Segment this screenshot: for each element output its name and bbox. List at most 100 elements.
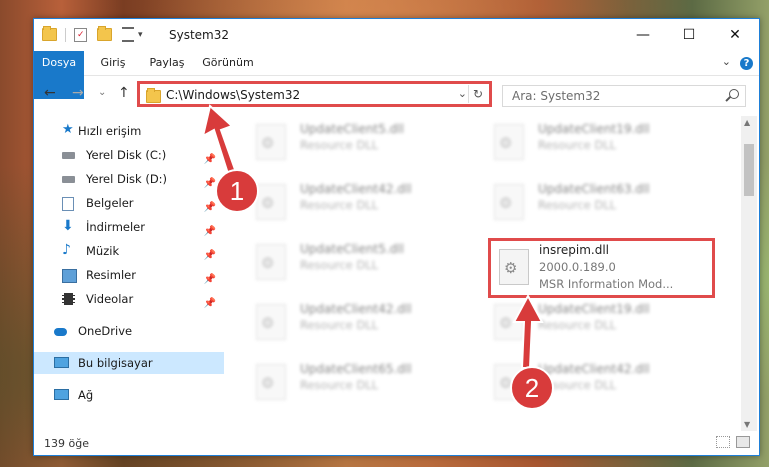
documents-icon [62,197,74,211]
details-view-icon[interactable] [716,436,730,448]
scroll-up-icon[interactable]: ▲ [744,118,750,127]
recent-locations-button[interactable]: ⌄ [98,87,106,98]
window-title: System32 [169,28,230,42]
file-type: Resource DLL [300,318,379,332]
search-placeholder: Ara: System32 [512,89,601,103]
sidebar-item-label: Müzik [86,244,120,258]
up-button[interactable]: ↑ [118,85,130,101]
sidebar-item-label: Bu bilgisayar [78,356,153,370]
forward-button[interactable]: → [72,85,84,101]
help-icon[interactable]: ? [740,57,753,70]
folder-icon[interactable] [42,26,57,41]
search-input[interactable]: Ara: System32 [502,85,746,107]
file-item[interactable]: UpdateClient65.dll Resource DLL [234,360,459,408]
dll-file-icon [256,364,286,400]
file-name: insrepim.dll [539,243,609,257]
file-name: UpdateClient19.dll [538,302,650,316]
sidebar-item-pictures[interactable]: Resimler 📌 [34,264,224,286]
sidebar-item-this-pc[interactable]: Bu bilgisayar [34,352,224,374]
download-icon: ⬇ [62,218,74,234]
view-options-icon[interactable] [122,27,134,42]
collapse-ribbon-icon[interactable]: ⌄ [722,55,731,68]
close-button[interactable]: ✕ [712,19,758,51]
sidebar-item-label: Ağ [78,388,94,402]
new-folder-icon[interactable] [97,26,112,41]
file-type: Resource DLL [300,378,379,392]
file-item[interactable]: UpdateClient5.dll Resource DLL [234,240,459,288]
file-item-insrepim[interactable]: insrepim.dll 2000.0.189.0 MSR Informatio… [488,238,715,298]
file-item[interactable]: UpdateClient42.dll Resource DLL [234,180,459,228]
file-item[interactable]: UpdateClient42.dll Resource DLL [234,300,459,348]
pin-icon[interactable]: 📌 [204,293,216,315]
scroll-thumb[interactable] [744,144,754,196]
sidebar-item-drive-d[interactable]: Yerel Disk (D:) 📌 [34,168,224,190]
file-name: UpdateClient5.dll [300,122,404,136]
sidebar-item-videos[interactable]: Videolar 📌 [34,288,224,310]
sidebar-item-documents[interactable]: Belgeler 📌 [34,192,224,214]
navigation-pane: ★ Hızlı erişim Yerel Disk (C:) 📌 Yerel D… [34,116,226,431]
dll-file-icon [256,124,286,160]
refresh-button[interactable]: ↻ [468,85,487,103]
file-name: UpdateClient5.dll [300,242,404,256]
cloud-icon [54,328,67,336]
tab-home[interactable]: Giriş [92,51,134,75]
address-path[interactable]: C:\Windows\System32 [166,88,300,102]
drive-icon [62,152,75,159]
file-item[interactable]: UpdateClient19.dll Resource DLL [472,300,697,348]
address-bar[interactable]: C:\Windows\System32 ⌄ ↻ [137,81,492,107]
music-icon: ♪ [62,242,71,258]
ribbon: Dosya Giriş Paylaş Görünüm ⌄ ? [34,51,759,99]
file-item[interactable]: UpdateClient63.dll Resource DLL [472,180,697,228]
minimize-button[interactable]: — [620,19,666,51]
sidebar-item-onedrive[interactable]: OneDrive [34,320,224,342]
sidebar-item-label: OneDrive [78,324,133,338]
dll-file-icon [494,184,524,220]
videos-icon [62,293,75,305]
sidebar-item-label: Resimler [86,268,136,282]
file-type: Resource DLL [538,198,617,212]
file-name: UpdateClient42.dll [538,362,650,376]
sidebar-item-label: İndirmeler [86,220,145,234]
sidebar-item-network[interactable]: Ağ [34,384,224,406]
scroll-down-icon[interactable]: ▼ [744,420,750,429]
file-type: Resource DLL [300,258,379,272]
tab-share[interactable]: Paylaş [142,51,192,75]
search-icon[interactable] [729,89,739,99]
sidebar-item-quick-access[interactable]: ★ Hızlı erişim [34,120,224,142]
file-name: UpdateClient42.dll [300,302,412,316]
sidebar-item-label: Belgeler [86,196,134,210]
sidebar-item-music[interactable]: ♪ Müzik 📌 [34,240,224,262]
computer-icon [54,357,69,368]
large-icons-view-icon[interactable] [736,436,750,448]
file-name: UpdateClient65.dll [300,362,412,376]
title-bar: ✓ ▾ System32 — ☐ ✕ [34,19,759,51]
item-count: 139 öğe [44,437,89,450]
star-icon: ★ [62,122,74,137]
dll-file-icon [256,304,286,340]
address-dropdown-icon[interactable]: ⌄ [458,87,467,100]
sidebar-item-downloads[interactable]: ⬇ İndirmeler 📌 [34,216,224,238]
tab-view[interactable]: Görünüm [198,51,258,75]
sidebar-item-label: Videolar [86,292,134,306]
customize-toolbar-icon[interactable]: ▾ [138,30,143,40]
file-explorer-window: ✓ ▾ System32 — ☐ ✕ Dosya Giriş Paylaş Gö… [33,18,760,456]
sidebar-item-drive-c[interactable]: Yerel Disk (C:) 📌 [34,144,224,166]
status-bar: 139 öğe [34,431,759,455]
properties-icon[interactable]: ✓ [74,27,87,42]
file-item[interactable]: UpdateClient42.dll Resource DLL [472,360,697,408]
back-button[interactable]: ← [44,85,56,101]
file-item[interactable]: UpdateClient5.dll Resource DLL [234,120,459,168]
network-icon [54,389,69,400]
file-description: MSR Information Mod... [539,277,674,291]
file-version: 2000.0.189.0 [539,260,616,274]
toolbar-divider [65,27,66,42]
dll-file-icon [499,249,529,285]
folder-icon [146,88,161,103]
maximize-button[interactable]: ☐ [666,19,712,51]
file-item[interactable]: UpdateClient19.dll Resource DLL [472,120,697,168]
file-list: UpdateClient5.dll Resource DLL UpdateCli… [234,116,739,431]
sidebar-item-label: Yerel Disk (D:) [86,172,168,186]
sidebar-item-label: Hızlı erişim [78,124,142,138]
vertical-scrollbar[interactable]: ▲ ▼ [741,116,757,431]
dll-file-icon [256,244,286,280]
